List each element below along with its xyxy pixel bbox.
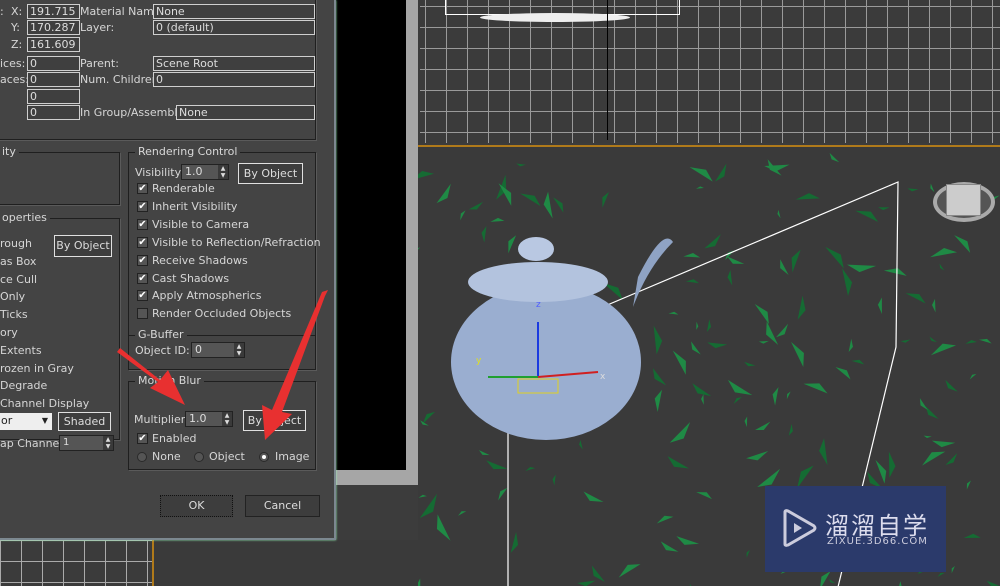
red-arrow-icon [262,290,328,440]
watermark-logo: 溜溜自学 ZIXUE.3D66.COM [765,486,946,572]
watermark-url: ZIXUE.3D66.COM [827,536,928,547]
red-arrow-icon [117,348,185,405]
play-logo-icon [783,509,817,547]
